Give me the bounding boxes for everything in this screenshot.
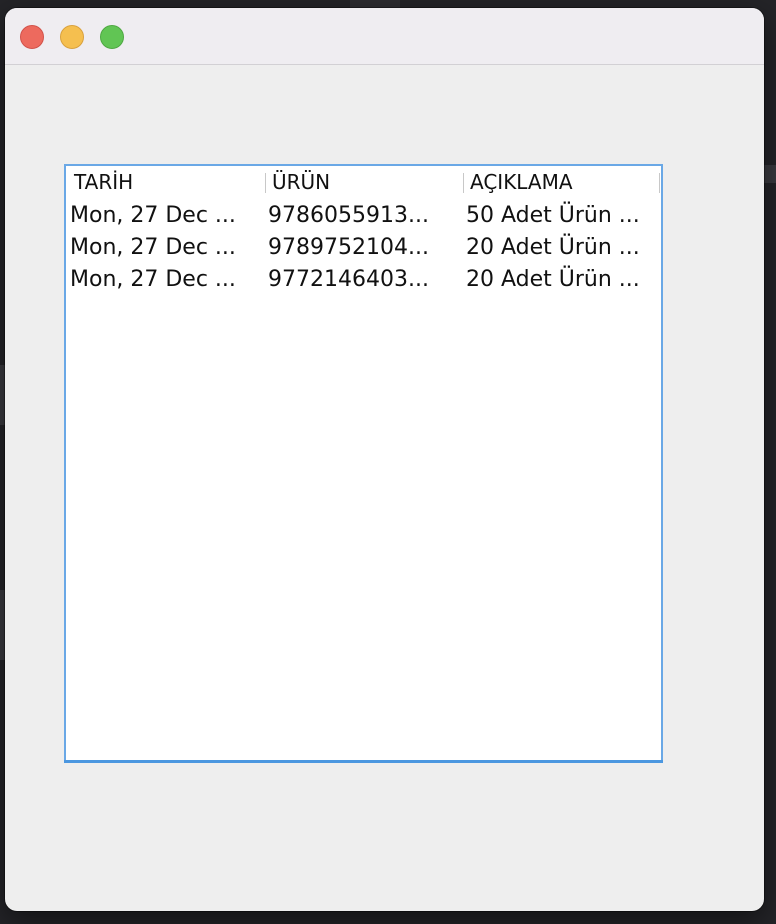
column-header-urun[interactable]: ÜRÜN (272, 170, 330, 194)
table-scroll-pane[interactable]: TARİH ÜRÜN AÇIKLAMA Mon, 27 Dec ... 9786… (64, 164, 663, 763)
cell-tarih: Mon, 27 Dec ... (70, 267, 236, 292)
column-separator[interactable] (265, 173, 266, 193)
focus-accent (64, 760, 663, 763)
background-window-edge (764, 165, 776, 183)
column-header-tarih[interactable]: TARİH (74, 170, 133, 194)
cell-tarih: Mon, 27 Dec ... (70, 203, 236, 228)
column-header-aciklama[interactable]: AÇIKLAMA (470, 170, 573, 194)
table-row[interactable]: Mon, 27 Dec ... 9786055913... 50 Adet Ür… (66, 200, 661, 232)
column-separator[interactable] (659, 173, 660, 193)
column-separator[interactable] (463, 173, 464, 193)
window-titlebar[interactable] (5, 8, 764, 65)
table-row[interactable]: Mon, 27 Dec ... 9772146403... 20 Adet Ür… (66, 264, 661, 296)
background-window-strip (350, 0, 400, 8)
cell-urun: 9786055913... (268, 203, 429, 228)
table-row[interactable]: Mon, 27 Dec ... 9789752104... 20 Adet Ür… (66, 232, 661, 264)
cell-aciklama: 20 Adet Ürün ... (466, 267, 640, 292)
cell-urun: 9789752104... (268, 235, 429, 260)
table-header: TARİH ÜRÜN AÇIKLAMA (66, 166, 661, 196)
cell-aciklama: 50 Adet Ürün ... (466, 203, 640, 228)
cell-aciklama: 20 Adet Ürün ... (466, 235, 640, 260)
cell-urun: 9772146403... (268, 267, 429, 292)
close-window-button[interactable] (20, 25, 44, 49)
app-window: TARİH ÜRÜN AÇIKLAMA Mon, 27 Dec ... 9786… (5, 8, 764, 911)
zoom-window-button[interactable] (100, 25, 124, 49)
minimize-window-button[interactable] (60, 25, 84, 49)
cell-tarih: Mon, 27 Dec ... (70, 235, 236, 260)
